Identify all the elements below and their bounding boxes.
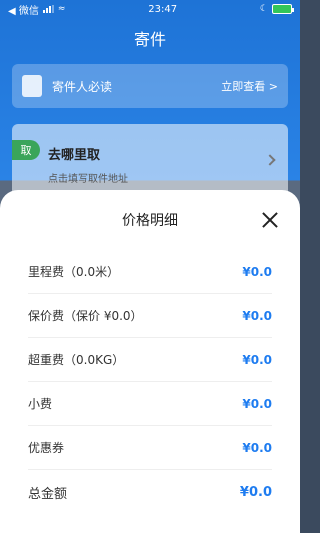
sheet-header: 价格明细 (0, 190, 300, 250)
sheet-title: 价格明细 (122, 213, 178, 229)
row-label: 总金额 (28, 486, 68, 502)
view-now-link[interactable]: 立即查看 > (221, 78, 278, 94)
back-to-app-link[interactable]: ◀ 微信 (8, 2, 39, 17)
row-value: ¥0.0 (242, 396, 272, 411)
overweight-fee-row: 超重费（0.0KG） ¥0.0 (28, 338, 272, 382)
pickup-subtitle: 点击填写取件地址 (48, 174, 128, 185)
status-bar: ◀ 微信 ≈ 23:47 ☾ (0, 0, 300, 18)
mileage-fee-row: 里程费（0.0米） ¥0.0 (28, 250, 272, 294)
price-list: 里程费（0.0米） ¥0.0 保价费（保价 ¥0.0） ¥0.0 超重费（0.0… (0, 250, 300, 514)
row-value: ¥0.0 (242, 440, 272, 455)
wifi-icon: ≈ (57, 4, 66, 14)
signal-icon (42, 5, 54, 13)
row-label: 保价费（保价 ¥0.0） (28, 309, 143, 323)
moon-icon: ☾ (259, 4, 268, 14)
pickup-tag: 取 (12, 140, 40, 160)
tip-row: 小费 ¥0.0 (28, 382, 272, 426)
close-icon[interactable] (262, 212, 278, 228)
battery-icon (271, 4, 294, 14)
price-detail-sheet: 价格明细 里程费（0.0米） ¥0.0 保价费（保价 ¥0.0） ¥0.0 超重… (0, 190, 300, 533)
sender-notice-card[interactable]: 寄件人必读 立即查看 > (12, 64, 288, 108)
chevron-right-icon (264, 154, 276, 166)
row-label: 超重费（0.0KG） (28, 353, 125, 367)
row-value: ¥0.0 (242, 352, 272, 367)
total-amount-row: 总金额 ¥0.0 (28, 470, 272, 514)
status-time: 23:47 (148, 3, 178, 15)
document-check-icon (22, 75, 42, 97)
row-value: ¥0.0 (239, 484, 272, 500)
page-title: 寄件 (133, 30, 166, 49)
row-label: 优惠券 (28, 441, 65, 455)
coupon-row: 优惠券 ¥0.0 (28, 426, 272, 470)
row-value: ¥0.0 (242, 264, 272, 279)
insurance-fee-row: 保价费（保价 ¥0.0） ¥0.0 (28, 294, 272, 338)
row-label: 小费 (28, 397, 53, 411)
row-label: 里程费（0.0米） (28, 265, 120, 279)
pickup-title: 去哪里取 (48, 148, 101, 163)
notice-title: 寄件人必读 (52, 79, 113, 94)
row-value: ¥0.0 (242, 308, 272, 323)
